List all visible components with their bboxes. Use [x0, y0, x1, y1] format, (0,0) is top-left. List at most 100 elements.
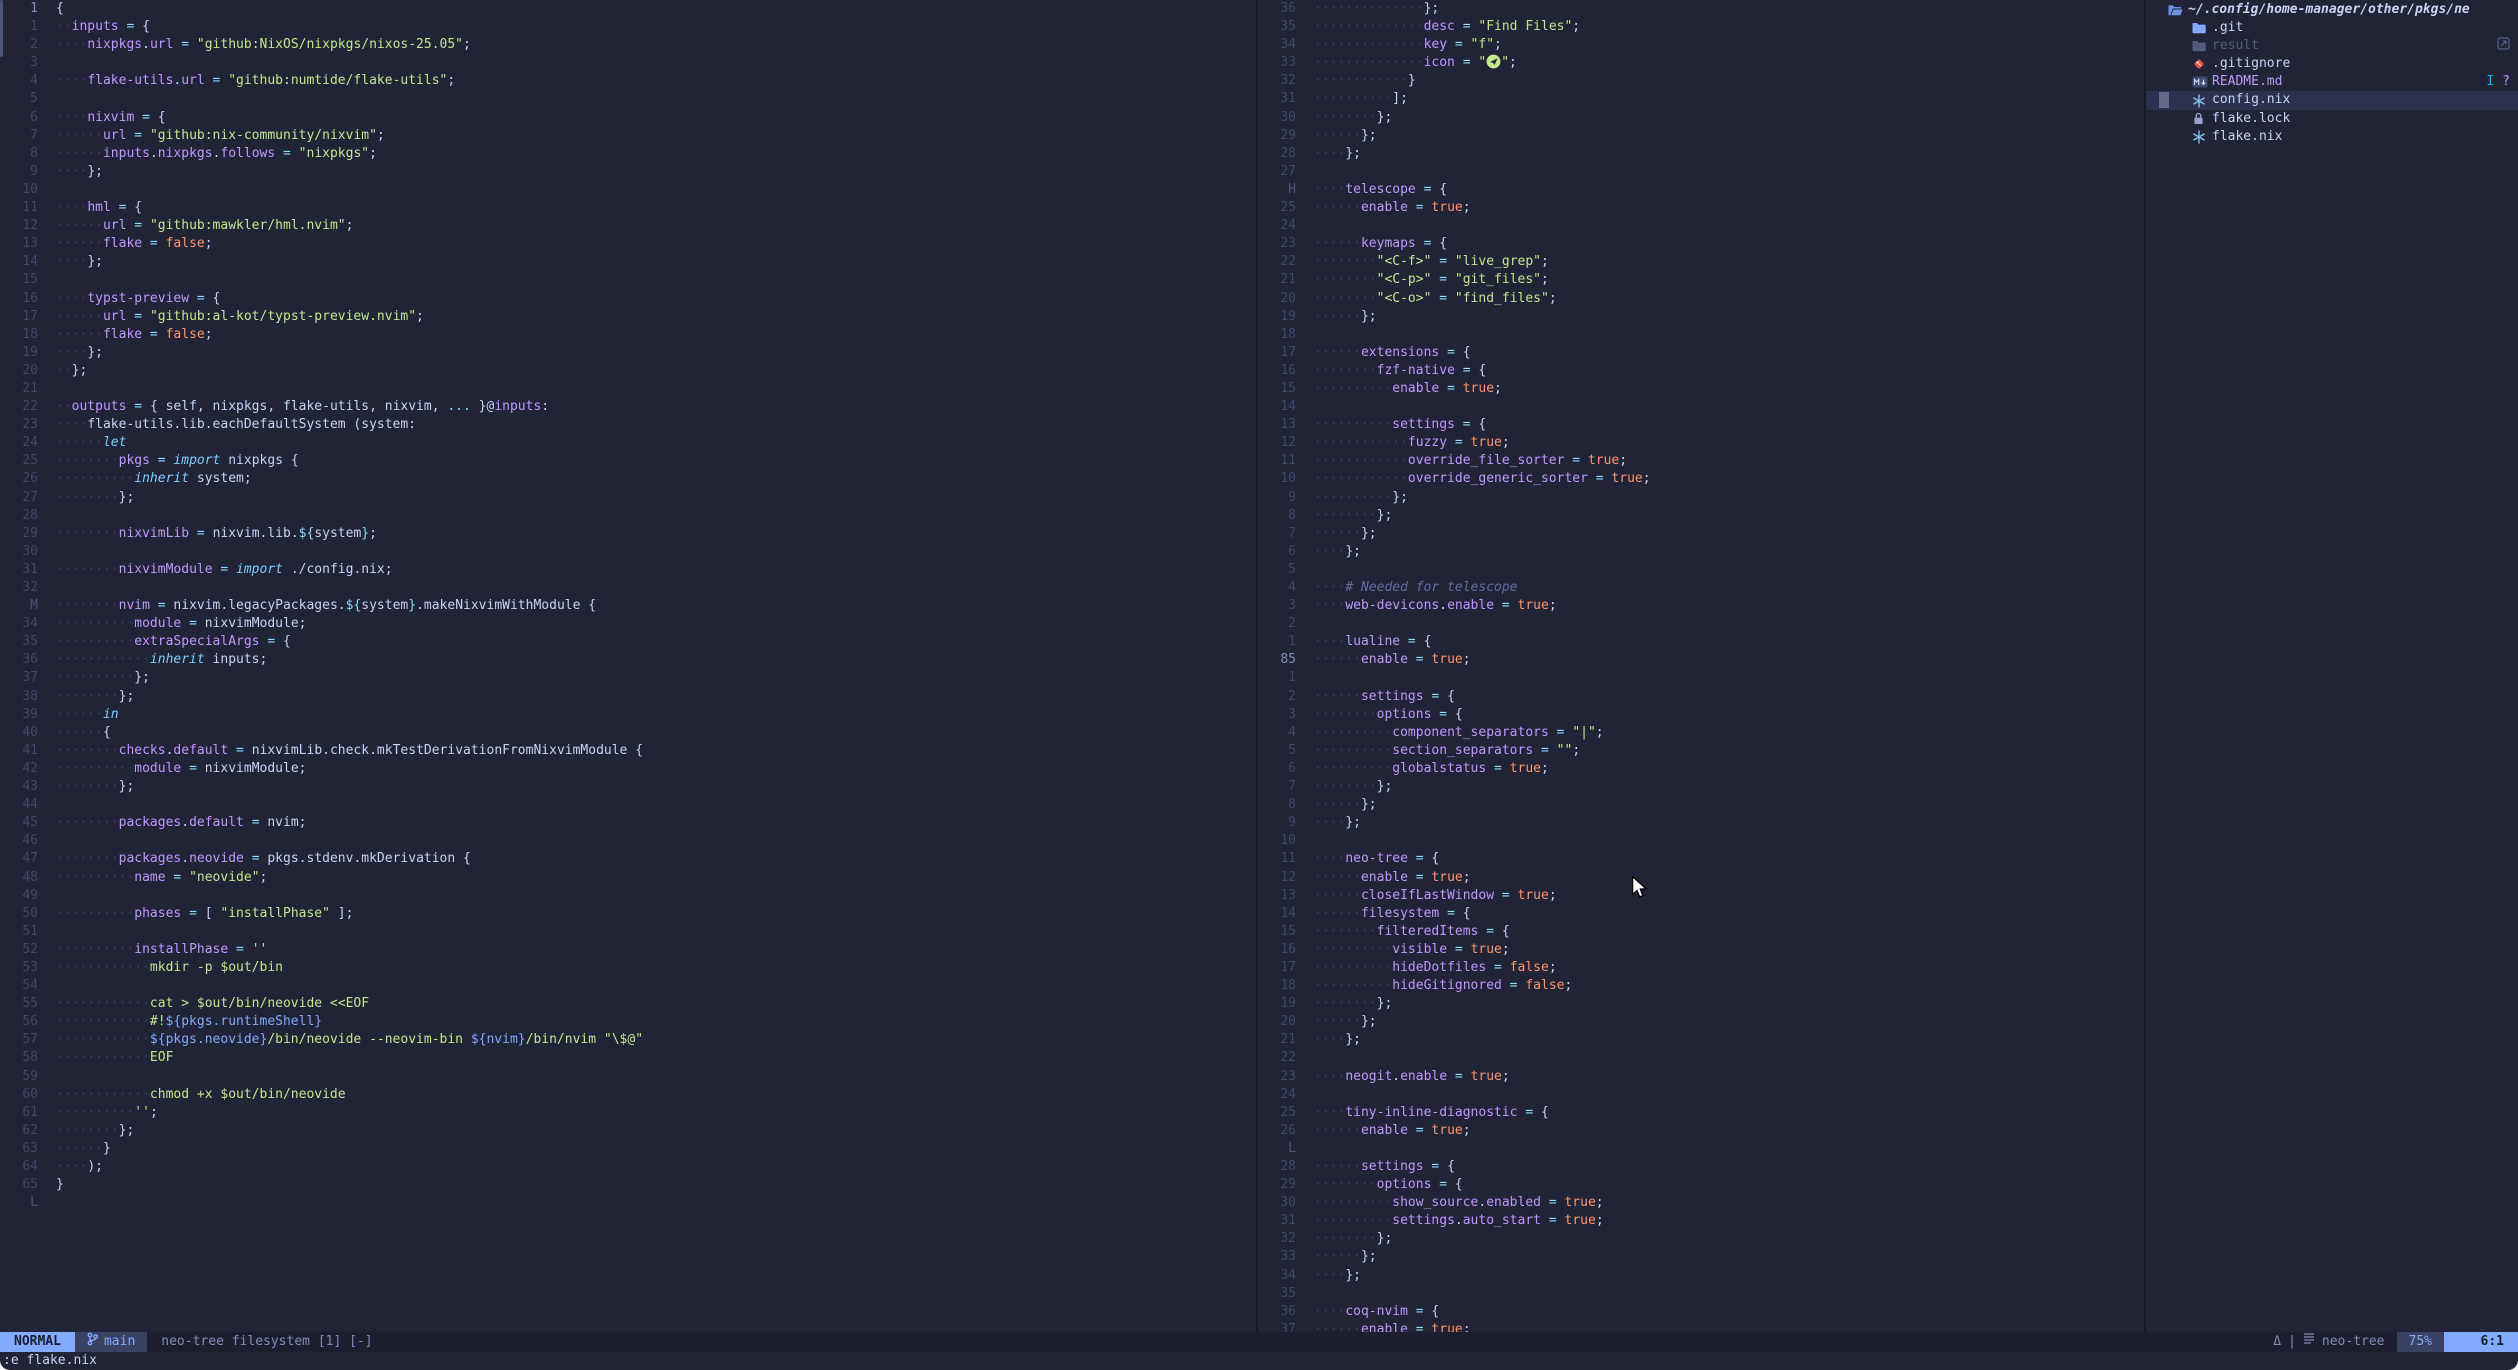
code-line[interactable]: 23······keymaps = { — [1258, 235, 2144, 253]
code-line[interactable]: 51 — [0, 923, 1256, 941]
code-line[interactable]: 8········}; — [1258, 507, 2144, 525]
code-line[interactable]: 34··········module = nixvimModule; — [0, 615, 1256, 633]
code-line[interactable]: 10 — [0, 181, 1256, 199]
code-line[interactable]: 8······}; — [1258, 796, 2144, 814]
code-line[interactable]: 50··········phases = [ "installPhase" ]; — [0, 905, 1256, 923]
code-line[interactable]: 21 — [0, 380, 1256, 398]
code-line[interactable]: 22··outputs = { self, nixpkgs, flake-uti… — [0, 398, 1256, 416]
code-line[interactable]: 24······let — [0, 434, 1256, 452]
code-line[interactable]: 1··inputs = { — [0, 18, 1256, 36]
code-line[interactable]: 54 — [0, 977, 1256, 995]
code-line[interactable]: 1 — [1258, 669, 2144, 687]
tree-item[interactable]: .gitignore — [2146, 55, 2518, 73]
tree-root[interactable]: ~/.config/home-manager/other/pkgs/ne — [2146, 1, 2518, 19]
code-line[interactable]: 33······}; — [1258, 1248, 2144, 1266]
code-line[interactable]: 13······closeIfLastWindow = true; — [1258, 887, 2144, 905]
code-line[interactable]: 26······enable = true; — [1258, 1122, 2144, 1140]
code-line[interactable]: 11····hml = { — [0, 199, 1256, 217]
code-line[interactable]: 46 — [0, 832, 1256, 850]
code-line[interactable]: 65} — [0, 1176, 1256, 1194]
code-line[interactable]: 56············#!${pkgs.runtimeShell} — [0, 1013, 1256, 1031]
code-line[interactable]: 64····); — [0, 1158, 1256, 1176]
code-line[interactable]: 14 — [1258, 398, 2144, 416]
code-line[interactable]: 10 — [1258, 832, 2144, 850]
code-line[interactable]: 23····neogit.enable = true; — [1258, 1068, 2144, 1086]
code-line[interactable]: 11····neo-tree = { — [1258, 850, 2144, 868]
code-line[interactable]: 25······enable = true; — [1258, 199, 2144, 217]
code-line[interactable]: 21········"<C-p>" = "git_files"; — [1258, 271, 2144, 289]
code-line[interactable]: 25········pkgs = import nixpkgs { — [0, 452, 1256, 470]
code-line[interactable]: 62········}; — [0, 1122, 1256, 1140]
code-line[interactable]: 31········nixvimModule = import ./config… — [0, 561, 1256, 579]
code-line[interactable]: 59 — [0, 1068, 1256, 1086]
code-line[interactable]: 1{ — [0, 0, 1256, 18]
code-line[interactable]: 38········}; — [0, 688, 1256, 706]
code-line[interactable]: 13······flake = false; — [0, 235, 1256, 253]
code-line[interactable]: 9····}; — [1258, 814, 2144, 832]
code-line[interactable]: 23····flake-utils.lib.eachDefaultSystem … — [0, 416, 1256, 434]
code-line[interactable]: 4····flake-utils.url = "github:numtide/f… — [0, 72, 1256, 90]
code-line[interactable]: 22 — [1258, 1049, 2144, 1067]
code-line[interactable]: 20········"<C-o>" = "find_files"; — [1258, 290, 2144, 308]
scrollbar-thumb[interactable] — [0, 0, 3, 57]
code-line[interactable]: 30········}; — [1258, 109, 2144, 127]
code-line[interactable]: 28····}; — [1258, 145, 2144, 163]
code-line[interactable]: 44 — [0, 796, 1256, 814]
code-line[interactable]: 4····# Needed for telescope — [1258, 579, 2144, 597]
code-line[interactable]: 16····typst-preview = { — [0, 290, 1256, 308]
code-line[interactable]: 16··········visible = true; — [1258, 941, 2144, 959]
code-line[interactable]: 19······}; — [1258, 308, 2144, 326]
code-line[interactable]: 20··}; — [0, 362, 1256, 380]
code-line[interactable]: 3····web-devicons.enable = true; — [1258, 597, 2144, 615]
code-line[interactable]: 34··············key = "f"; — [1258, 36, 2144, 54]
code-line[interactable]: 29······}; — [1258, 127, 2144, 145]
code-line[interactable]: 2 — [1258, 615, 2144, 633]
code-line[interactable]: 14····}; — [0, 253, 1256, 271]
code-line[interactable]: 32············} — [1258, 72, 2144, 90]
code-line[interactable]: 8······inputs.nixpkgs.follows = "nixpkgs… — [0, 145, 1256, 163]
left-editor-pane[interactable]: 1{1··inputs = {2····nixpkgs.url = "githu… — [0, 0, 1256, 1332]
code-line[interactable]: 45········packages.default = nvim; — [0, 814, 1256, 832]
code-line[interactable]: 36············inherit inputs; — [0, 651, 1256, 669]
code-line[interactable]: 52··········installPhase = '' — [0, 941, 1256, 959]
code-line[interactable]: 17······url = "github:al-kot/typst-previ… — [0, 308, 1256, 326]
code-line[interactable]: 61··········''; — [0, 1104, 1256, 1122]
code-line[interactable]: 7········}; — [1258, 778, 2144, 796]
tree-item[interactable]: config.nix — [2146, 91, 2518, 109]
code-line[interactable]: 14······filesystem = { — [1258, 905, 2144, 923]
code-line[interactable]: 10············override_generic_sorter = … — [1258, 470, 2144, 488]
code-line[interactable]: 27········}; — [0, 489, 1256, 507]
code-line[interactable]: 36··············}; — [1258, 0, 2144, 18]
code-line[interactable]: 33··············icon = ""; — [1258, 54, 2144, 72]
code-line[interactable]: 12············fuzzy = true; — [1258, 434, 2144, 452]
code-line[interactable]: 37··········}; — [0, 669, 1256, 687]
code-line[interactable]: 6··········globalstatus = true; — [1258, 760, 2144, 778]
code-line[interactable]: 48··········name = "neovide"; — [0, 869, 1256, 887]
code-line[interactable]: 57············${pkgs.neovide}/bin/neovid… — [0, 1031, 1256, 1049]
code-line[interactable]: 6····nixvim = { — [0, 109, 1256, 127]
code-line[interactable]: 34····}; — [1258, 1267, 2144, 1285]
code-line[interactable]: 2······settings = { — [1258, 688, 2144, 706]
tree-item[interactable]: .git — [2146, 19, 2518, 37]
code-line[interactable]: 35··············desc = "Find Files"; — [1258, 18, 2144, 36]
code-line[interactable]: 39······in — [0, 706, 1256, 724]
code-line[interactable]: 12······enable = true; — [1258, 869, 2144, 887]
code-line[interactable]: 55············cat > $out/bin/neovide <<E… — [0, 995, 1256, 1013]
code-line[interactable]: 20······}; — [1258, 1013, 2144, 1031]
code-line[interactable]: 29········nixvimLib = nixvim.lib.${syste… — [0, 525, 1256, 543]
code-line[interactable]: 31··········]; — [1258, 90, 2144, 108]
code-line[interactable]: 9····}; — [0, 163, 1256, 181]
code-line[interactable]: H····telescope = { — [1258, 181, 2144, 199]
code-line[interactable]: L — [1258, 1140, 2144, 1158]
code-line[interactable]: 16········fzf-native = { — [1258, 362, 2144, 380]
code-line[interactable]: 13··········settings = { — [1258, 416, 2144, 434]
code-line[interactable]: 2····nixpkgs.url = "github:NixOS/nixpkgs… — [0, 36, 1256, 54]
command-line[interactable]: :e flake.nix — [0, 1352, 2518, 1370]
code-line[interactable]: 35 — [1258, 1285, 2144, 1303]
code-line[interactable]: 25····tiny-inline-diagnostic = { — [1258, 1104, 2144, 1122]
code-line[interactable]: 1····lualine = { — [1258, 633, 2144, 651]
code-line[interactable]: 29········options = { — [1258, 1176, 2144, 1194]
code-line[interactable]: 12······url = "github:mawkler/hml.nvim"; — [0, 217, 1256, 235]
code-line[interactable]: 32 — [0, 579, 1256, 597]
code-line[interactable]: 22········"<C-f>" = "live_grep"; — [1258, 253, 2144, 271]
